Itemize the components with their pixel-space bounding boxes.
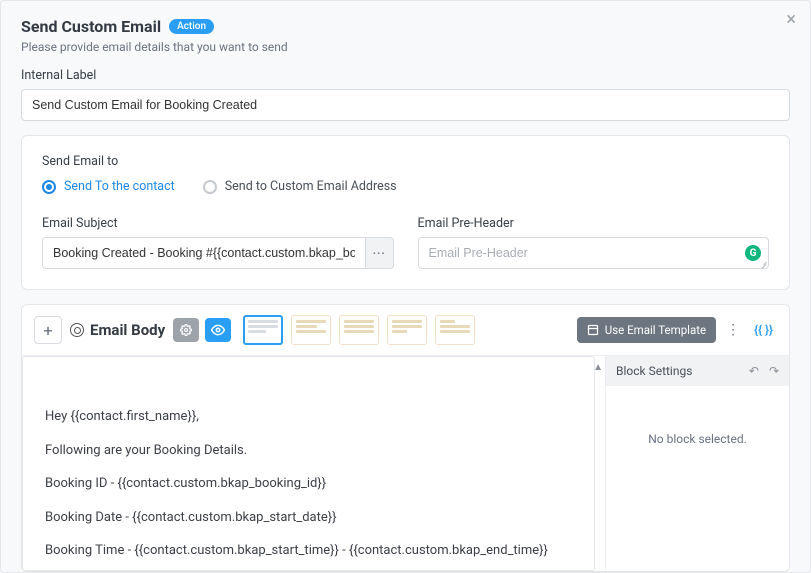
email-body-title-text: Email Body bbox=[90, 321, 165, 339]
block-settings-panel: Block Settings ↶ ↷ No block selected. bbox=[605, 356, 789, 571]
radio-send-to-custom[interactable]: Send to Custom Email Address bbox=[203, 179, 397, 194]
email-body-editor: + Email Body bbox=[21, 304, 790, 572]
preheader-input[interactable] bbox=[418, 237, 770, 269]
radio-label: Send to Custom Email Address bbox=[225, 179, 397, 194]
subject-col: Email Subject ··· bbox=[42, 216, 394, 269]
internal-label-section: Internal Label bbox=[1, 68, 810, 121]
action-badge: Action bbox=[169, 19, 214, 34]
use-template-label: Use Email Template bbox=[605, 323, 706, 337]
body-line: Hey {{contact.first_name}}, bbox=[45, 407, 572, 427]
body-line: Booking Time - {{contact.custom.bkap_sta… bbox=[45, 541, 572, 561]
use-email-template-button[interactable]: Use Email Template bbox=[577, 317, 716, 343]
close-icon[interactable]: × bbox=[786, 11, 796, 29]
layout-option-5[interactable] bbox=[435, 315, 475, 345]
layout-option-3[interactable] bbox=[339, 315, 379, 345]
preheader-col: Email Pre-Header G bbox=[418, 216, 770, 269]
redo-icon[interactable]: ↷ bbox=[769, 364, 779, 378]
more-options-button[interactable]: ⋮ bbox=[724, 317, 742, 343]
body-line: Booking ID - {{contact.custom.bkap_booki… bbox=[45, 474, 572, 494]
email-settings-panel: Send Email to Send To the contact Send t… bbox=[21, 135, 790, 290]
scroll-up-icon[interactable]: ▲ bbox=[593, 362, 603, 373]
subject-input[interactable] bbox=[42, 237, 366, 269]
send-to-radio-group: Send To the contact Send to Custom Email… bbox=[42, 179, 769, 194]
add-block-button[interactable]: + bbox=[34, 316, 62, 344]
settings-button[interactable] bbox=[173, 318, 199, 342]
subject-merge-tags-button[interactable]: ··· bbox=[366, 237, 394, 269]
body-line: Booking Date - {{contact.custom.bkap_sta… bbox=[45, 508, 572, 528]
email-body-canvas[interactable]: Hey {{contact.first_name}}, Following ar… bbox=[22, 356, 595, 571]
resize-handle-icon[interactable] bbox=[759, 259, 767, 267]
block-settings-title: Block Settings bbox=[616, 364, 692, 378]
body-line: Following are your Booking Details. bbox=[45, 441, 572, 461]
send-custom-email-modal: Send Custom Email Action Please provide … bbox=[0, 0, 811, 573]
internal-label-label: Internal Label bbox=[21, 68, 790, 83]
internal-label-input[interactable] bbox=[21, 89, 790, 121]
modal-title: Send Custom Email bbox=[21, 17, 161, 36]
layout-option-2[interactable] bbox=[291, 315, 331, 345]
target-icon bbox=[70, 323, 84, 337]
layout-thumbnails bbox=[243, 315, 475, 345]
radio-icon bbox=[42, 180, 56, 194]
preview-button[interactable] bbox=[205, 318, 231, 342]
layout-option-1[interactable] bbox=[243, 315, 283, 345]
modal-header: Send Custom Email Action Please provide … bbox=[1, 1, 810, 68]
preheader-label: Email Pre-Header bbox=[418, 216, 770, 231]
layout-option-4[interactable] bbox=[387, 315, 427, 345]
send-to-label: Send Email to bbox=[42, 154, 769, 169]
modal-subtitle: Please provide email details that you wa… bbox=[21, 40, 790, 54]
email-body-title: Email Body bbox=[70, 321, 165, 339]
canvas-wrap: ▲ Hey {{contact.first_name}}, Following … bbox=[22, 356, 605, 571]
radio-label: Send To the contact bbox=[64, 179, 175, 194]
block-settings-empty: No block selected. bbox=[648, 432, 747, 446]
subject-label: Email Subject bbox=[42, 216, 394, 231]
editor-toolbar: + Email Body bbox=[22, 305, 789, 356]
merge-tags-button[interactable]: {{ }} bbox=[750, 323, 777, 337]
radio-icon bbox=[203, 180, 217, 194]
undo-icon[interactable]: ↶ bbox=[749, 364, 759, 378]
radio-send-to-contact[interactable]: Send To the contact bbox=[42, 179, 175, 194]
